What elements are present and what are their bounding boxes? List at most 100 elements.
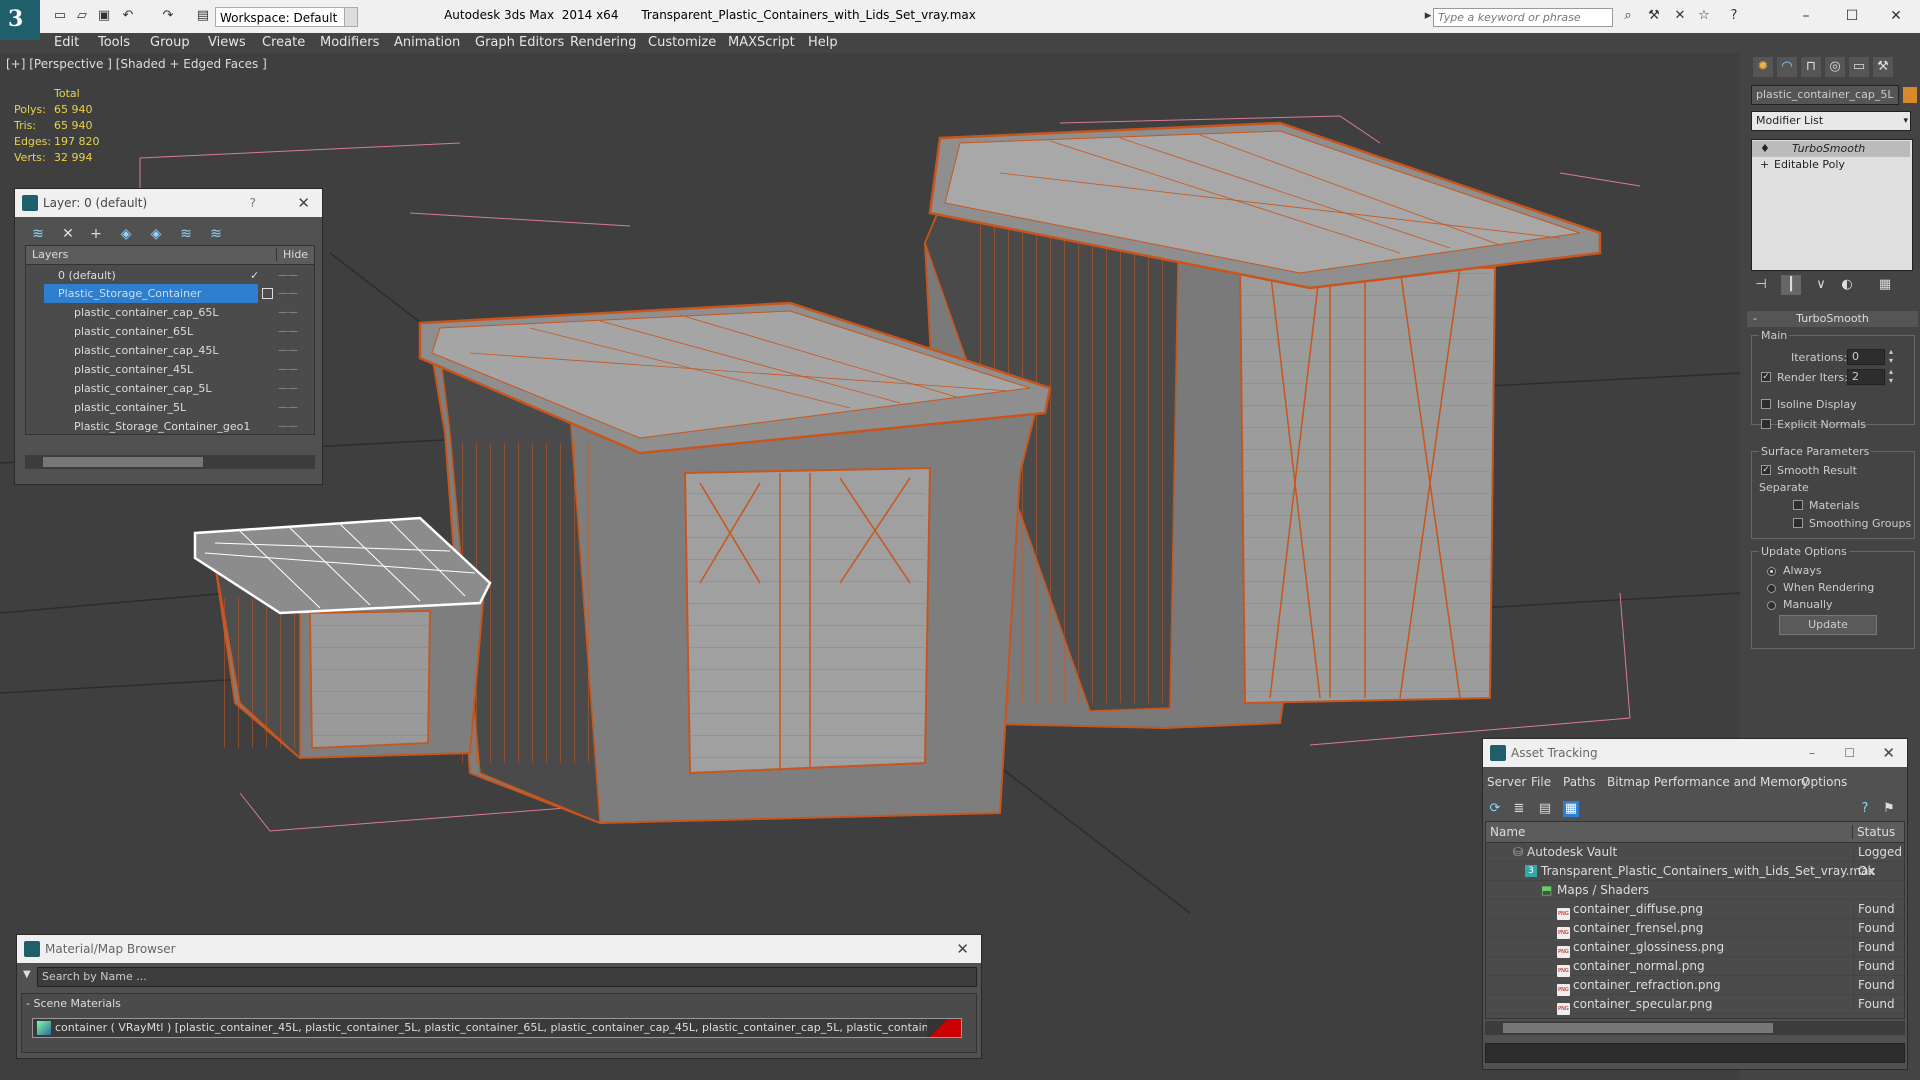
thumbnail-view-icon[interactable]: ▤ — [1537, 801, 1553, 817]
modifier-stack-item[interactable]: ♦ TurboSmooth — [1752, 141, 1910, 157]
material-item[interactable]: container ( VRayMtl ) [plastic_container… — [32, 1018, 962, 1038]
material-browser-titlebar[interactable]: Material/Map Browser ✕ — [17, 935, 981, 963]
close-icon[interactable]: ✕ — [1882, 739, 1895, 767]
hide-column-header[interactable]: Hide — [276, 248, 308, 261]
render-iters-checkbox[interactable]: ✓ — [1761, 372, 1771, 382]
asset-scrollbar[interactable] — [1485, 1021, 1905, 1035]
configure-sets-icon[interactable]: ▦ — [1875, 275, 1895, 295]
close-icon[interactable]: ✕ — [956, 935, 969, 963]
modifier-list-dropdown[interactable]: Modifier List ▾ — [1751, 111, 1911, 131]
list-view-icon[interactable]: ≣ — [1511, 801, 1527, 817]
highlight-layer-icon[interactable]: ◈ — [147, 225, 165, 243]
asset-tracking-titlebar[interactable]: Asset Tracking – ☐ ✕ — [1483, 739, 1907, 767]
smoothing-groups-checkbox[interactable] — [1793, 518, 1803, 528]
menu-create[interactable]: Create — [262, 35, 305, 50]
communication-icon[interactable]: ✕ — [1672, 8, 1688, 24]
maximize-icon[interactable]: ☐ — [1832, 4, 1872, 28]
layer-row[interactable]: Plastic_Storage_Container —— — [26, 284, 314, 303]
asset-row[interactable]: ⛁ Autodesk Vault Logged O — [1485, 843, 1905, 881]
scene-materials-header[interactable]: - Scene Materials — [26, 997, 121, 1010]
isoline-display-checkbox[interactable] — [1761, 399, 1771, 409]
iterations-spinner[interactable]: 0 — [1847, 349, 1885, 365]
asset-row[interactable]: PNG container_diffuse.png Found — [1485, 900, 1905, 920]
status-column-header[interactable]: Status — [1852, 825, 1895, 839]
add-to-layer-icon[interactable]: + — [87, 225, 105, 243]
layers-scrollbar[interactable] — [25, 455, 315, 469]
utilities-tab-icon[interactable]: ⚒ — [1873, 57, 1893, 77]
menu-edit[interactable]: Edit — [54, 35, 79, 50]
menu-animation[interactable]: Animation — [394, 35, 460, 50]
close-icon[interactable]: ✕ — [1876, 4, 1916, 28]
favorites-star-icon[interactable]: ☆ — [1696, 8, 1712, 24]
maximize-icon[interactable]: ☐ — [1844, 739, 1855, 767]
asset-path-field[interactable] — [1485, 1043, 1905, 1063]
modifier-stack-item[interactable]: + Editable Poly — [1752, 157, 1910, 173]
options-chevron-icon[interactable]: ▼ — [23, 969, 31, 980]
help-icon[interactable]: ? — [1857, 801, 1873, 817]
layer-manager-titlebar[interactable]: Layer: 0 (default) ? ✕ — [15, 189, 322, 217]
render-iters-spinner[interactable]: 2 — [1847, 369, 1885, 385]
asset-row[interactable]: PNG container_glossiness.png Found — [1485, 938, 1905, 958]
menu-customize[interactable]: Customize — [648, 35, 716, 50]
minimize-icon[interactable]: – — [1809, 739, 1815, 767]
scrollbar-thumb[interactable] — [1503, 1023, 1773, 1033]
menu-paths[interactable]: Paths — [1563, 775, 1596, 789]
modify-tab-icon[interactable]: ◠ — [1777, 57, 1797, 77]
update-button[interactable]: Update — [1779, 615, 1877, 635]
show-end-result-icon[interactable]: ┃ — [1781, 275, 1801, 295]
layer-row[interactable]: Plastic_Storage_Container_geo1 —— — [26, 417, 314, 436]
menu-rendering[interactable]: Rendering — [570, 35, 636, 50]
explicit-normals-checkbox[interactable] — [1761, 419, 1771, 429]
subscription-icon[interactable]: ⚒ — [1646, 8, 1662, 24]
asset-row[interactable]: ⬒ Maps / Shaders — [1485, 881, 1905, 900]
materials-checkbox[interactable] — [1793, 500, 1803, 510]
asset-row[interactable]: PNG container_specular.png Found — [1485, 995, 1905, 1015]
menu-graph-editors[interactable]: Graph Editors — [475, 35, 564, 50]
help-search-input[interactable]: Type a keyword or phrase — [1433, 8, 1613, 27]
manually-radio[interactable] — [1767, 601, 1776, 610]
layer-row[interactable]: plastic_container_cap_65L —— — [26, 303, 314, 322]
spinner-arrows-icon[interactable]: ▴ ▾ — [1889, 367, 1893, 385]
menu-options[interactable]: Options — [1801, 775, 1847, 789]
menu-modifiers[interactable]: Modifiers — [320, 35, 379, 50]
menu-server[interactable]: Server — [1487, 775, 1526, 789]
smooth-result-checkbox[interactable]: ✓ — [1761, 465, 1771, 475]
help-pointer-icon[interactable]: ⚑ — [1881, 801, 1897, 817]
when-rendering-radio[interactable] — [1767, 584, 1776, 593]
object-color-swatch[interactable] — [1903, 87, 1917, 103]
material-search-input[interactable]: Search by Name ... — [37, 967, 977, 987]
select-objects-icon[interactable]: ◈ — [117, 225, 135, 243]
binoculars-icon[interactable]: ⌕ — [1620, 8, 1636, 24]
display-tab-icon[interactable]: ▭ — [1849, 57, 1869, 77]
layer-checkbox[interactable] — [262, 288, 273, 299]
create-layer-icon[interactable]: ≋ — [29, 225, 47, 243]
pin-stack-icon[interactable]: ⊣ — [1751, 275, 1771, 295]
viewport-label[interactable]: [+] [Perspective ] [Shaded + Edged Faces… — [6, 57, 267, 71]
expand-icon[interactable]: + — [1760, 157, 1769, 173]
make-unique-icon[interactable]: ∨ — [1811, 275, 1831, 295]
layer-row[interactable]: plastic_container_cap_5L —— — [26, 379, 314, 398]
help-icon[interactable]: ? — [250, 189, 256, 217]
create-tab-icon[interactable]: ✹ — [1753, 57, 1773, 77]
menu-bitmap-performance[interactable]: Bitmap Performance and Memory — [1607, 775, 1809, 789]
menu-file[interactable]: File — [1531, 775, 1551, 789]
menu-views[interactable]: Views — [208, 35, 246, 50]
layer-row[interactable]: plastic_container_65L —— — [26, 322, 314, 341]
close-icon[interactable]: ✕ — [297, 189, 310, 217]
asset-row[interactable]: PNG container_refraction.png Found — [1485, 976, 1905, 996]
name-column-header[interactable]: Name — [1490, 825, 1525, 839]
asset-row[interactable]: PNG container_frensel.png Found — [1485, 919, 1905, 939]
minimize-icon[interactable]: – — [1786, 4, 1826, 28]
menu-maxscript[interactable]: MAXScript — [728, 35, 795, 50]
menu-group[interactable]: Group — [150, 35, 190, 50]
delete-layer-icon[interactable]: ✕ — [59, 225, 77, 243]
layer-row[interactable]: plastic_container_5L —— — [26, 398, 314, 417]
freeze-all-layers-icon[interactable]: ≋ — [207, 225, 225, 243]
layer-row[interactable]: plastic_container_cap_45L —— — [26, 341, 314, 360]
turbosmooth-rollout-header[interactable]: - TurboSmooth — [1747, 311, 1918, 327]
help-icon[interactable]: ? — [1726, 8, 1742, 24]
asset-row[interactable]: 3 Transparent_Plastic_Containers_with_Lid… — [1485, 862, 1905, 881]
motion-tab-icon[interactable]: ◎ — [1825, 57, 1845, 77]
remove-modifier-icon[interactable]: ◐ — [1837, 275, 1857, 295]
menu-tools[interactable]: Tools — [98, 35, 130, 50]
